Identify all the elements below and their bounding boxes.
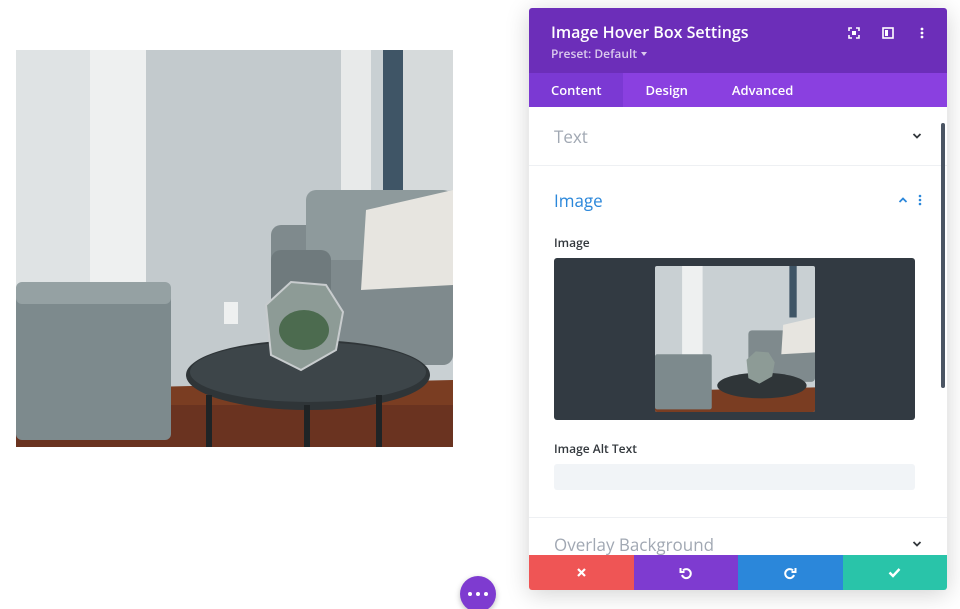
redo-icon xyxy=(784,567,797,579)
cancel-button[interactable] xyxy=(529,555,634,590)
modal-body: Text Image Image Image Alt Text Overlay … xyxy=(529,107,947,555)
check-icon xyxy=(888,568,901,578)
section-text: Text xyxy=(529,107,947,166)
caret-down-icon xyxy=(641,52,648,56)
undo-button[interactable] xyxy=(633,555,738,590)
split-view-icon[interactable] xyxy=(881,26,895,40)
more-vertical-icon[interactable] xyxy=(918,194,922,206)
section-title: Overlay Background xyxy=(554,532,715,556)
image-field-label: Image xyxy=(554,234,590,251)
save-button[interactable] xyxy=(842,555,947,590)
chevron-up-icon[interactable] xyxy=(898,195,908,205)
redo-button[interactable] xyxy=(738,555,843,590)
dot-icon xyxy=(468,592,472,596)
dot-icon xyxy=(476,592,480,596)
modal-header: Image Hover Box Settings Preset: Default xyxy=(529,8,947,73)
room-scene-image xyxy=(16,50,453,447)
focus-icon[interactable] xyxy=(847,26,861,40)
image-thumbnail xyxy=(654,266,815,412)
section-title: Image xyxy=(554,188,603,212)
alt-text-input[interactable] xyxy=(554,464,915,490)
tab-advanced[interactable]: Advanced xyxy=(710,73,815,107)
alt-text-label: Image Alt Text xyxy=(554,440,637,457)
scrollbar[interactable] xyxy=(941,123,945,388)
chevron-down-icon xyxy=(912,133,922,139)
header-toolbar xyxy=(847,26,929,40)
section-overlay-header[interactable]: Overlay Background xyxy=(529,518,947,555)
section-actions xyxy=(898,194,922,206)
section-text-header[interactable]: Text xyxy=(529,107,947,165)
close-icon xyxy=(576,568,586,577)
more-vertical-icon[interactable] xyxy=(915,26,929,40)
section-overlay-background: Overlay Background xyxy=(529,518,947,555)
more-actions-button[interactable] xyxy=(460,576,496,609)
image-upload[interactable] xyxy=(554,258,915,420)
settings-modal: Image Hover Box Settings Preset: Default… xyxy=(529,8,947,590)
tab-design[interactable]: Design xyxy=(623,73,709,107)
section-image-header[interactable]: Image xyxy=(529,166,947,234)
tab-bar: Content Design Advanced xyxy=(529,73,947,107)
section-image: Image Image Image Alt Text xyxy=(529,166,947,518)
preview-image xyxy=(16,50,453,447)
dot-icon xyxy=(484,592,488,596)
preset-selector[interactable]: Preset: Default xyxy=(551,45,925,62)
tab-content[interactable]: Content xyxy=(529,73,624,107)
chevron-down-icon xyxy=(912,541,922,547)
undo-icon xyxy=(679,567,692,579)
modal-footer xyxy=(529,555,947,590)
preset-label: Preset: Default xyxy=(551,45,638,62)
section-title: Text xyxy=(554,124,588,148)
